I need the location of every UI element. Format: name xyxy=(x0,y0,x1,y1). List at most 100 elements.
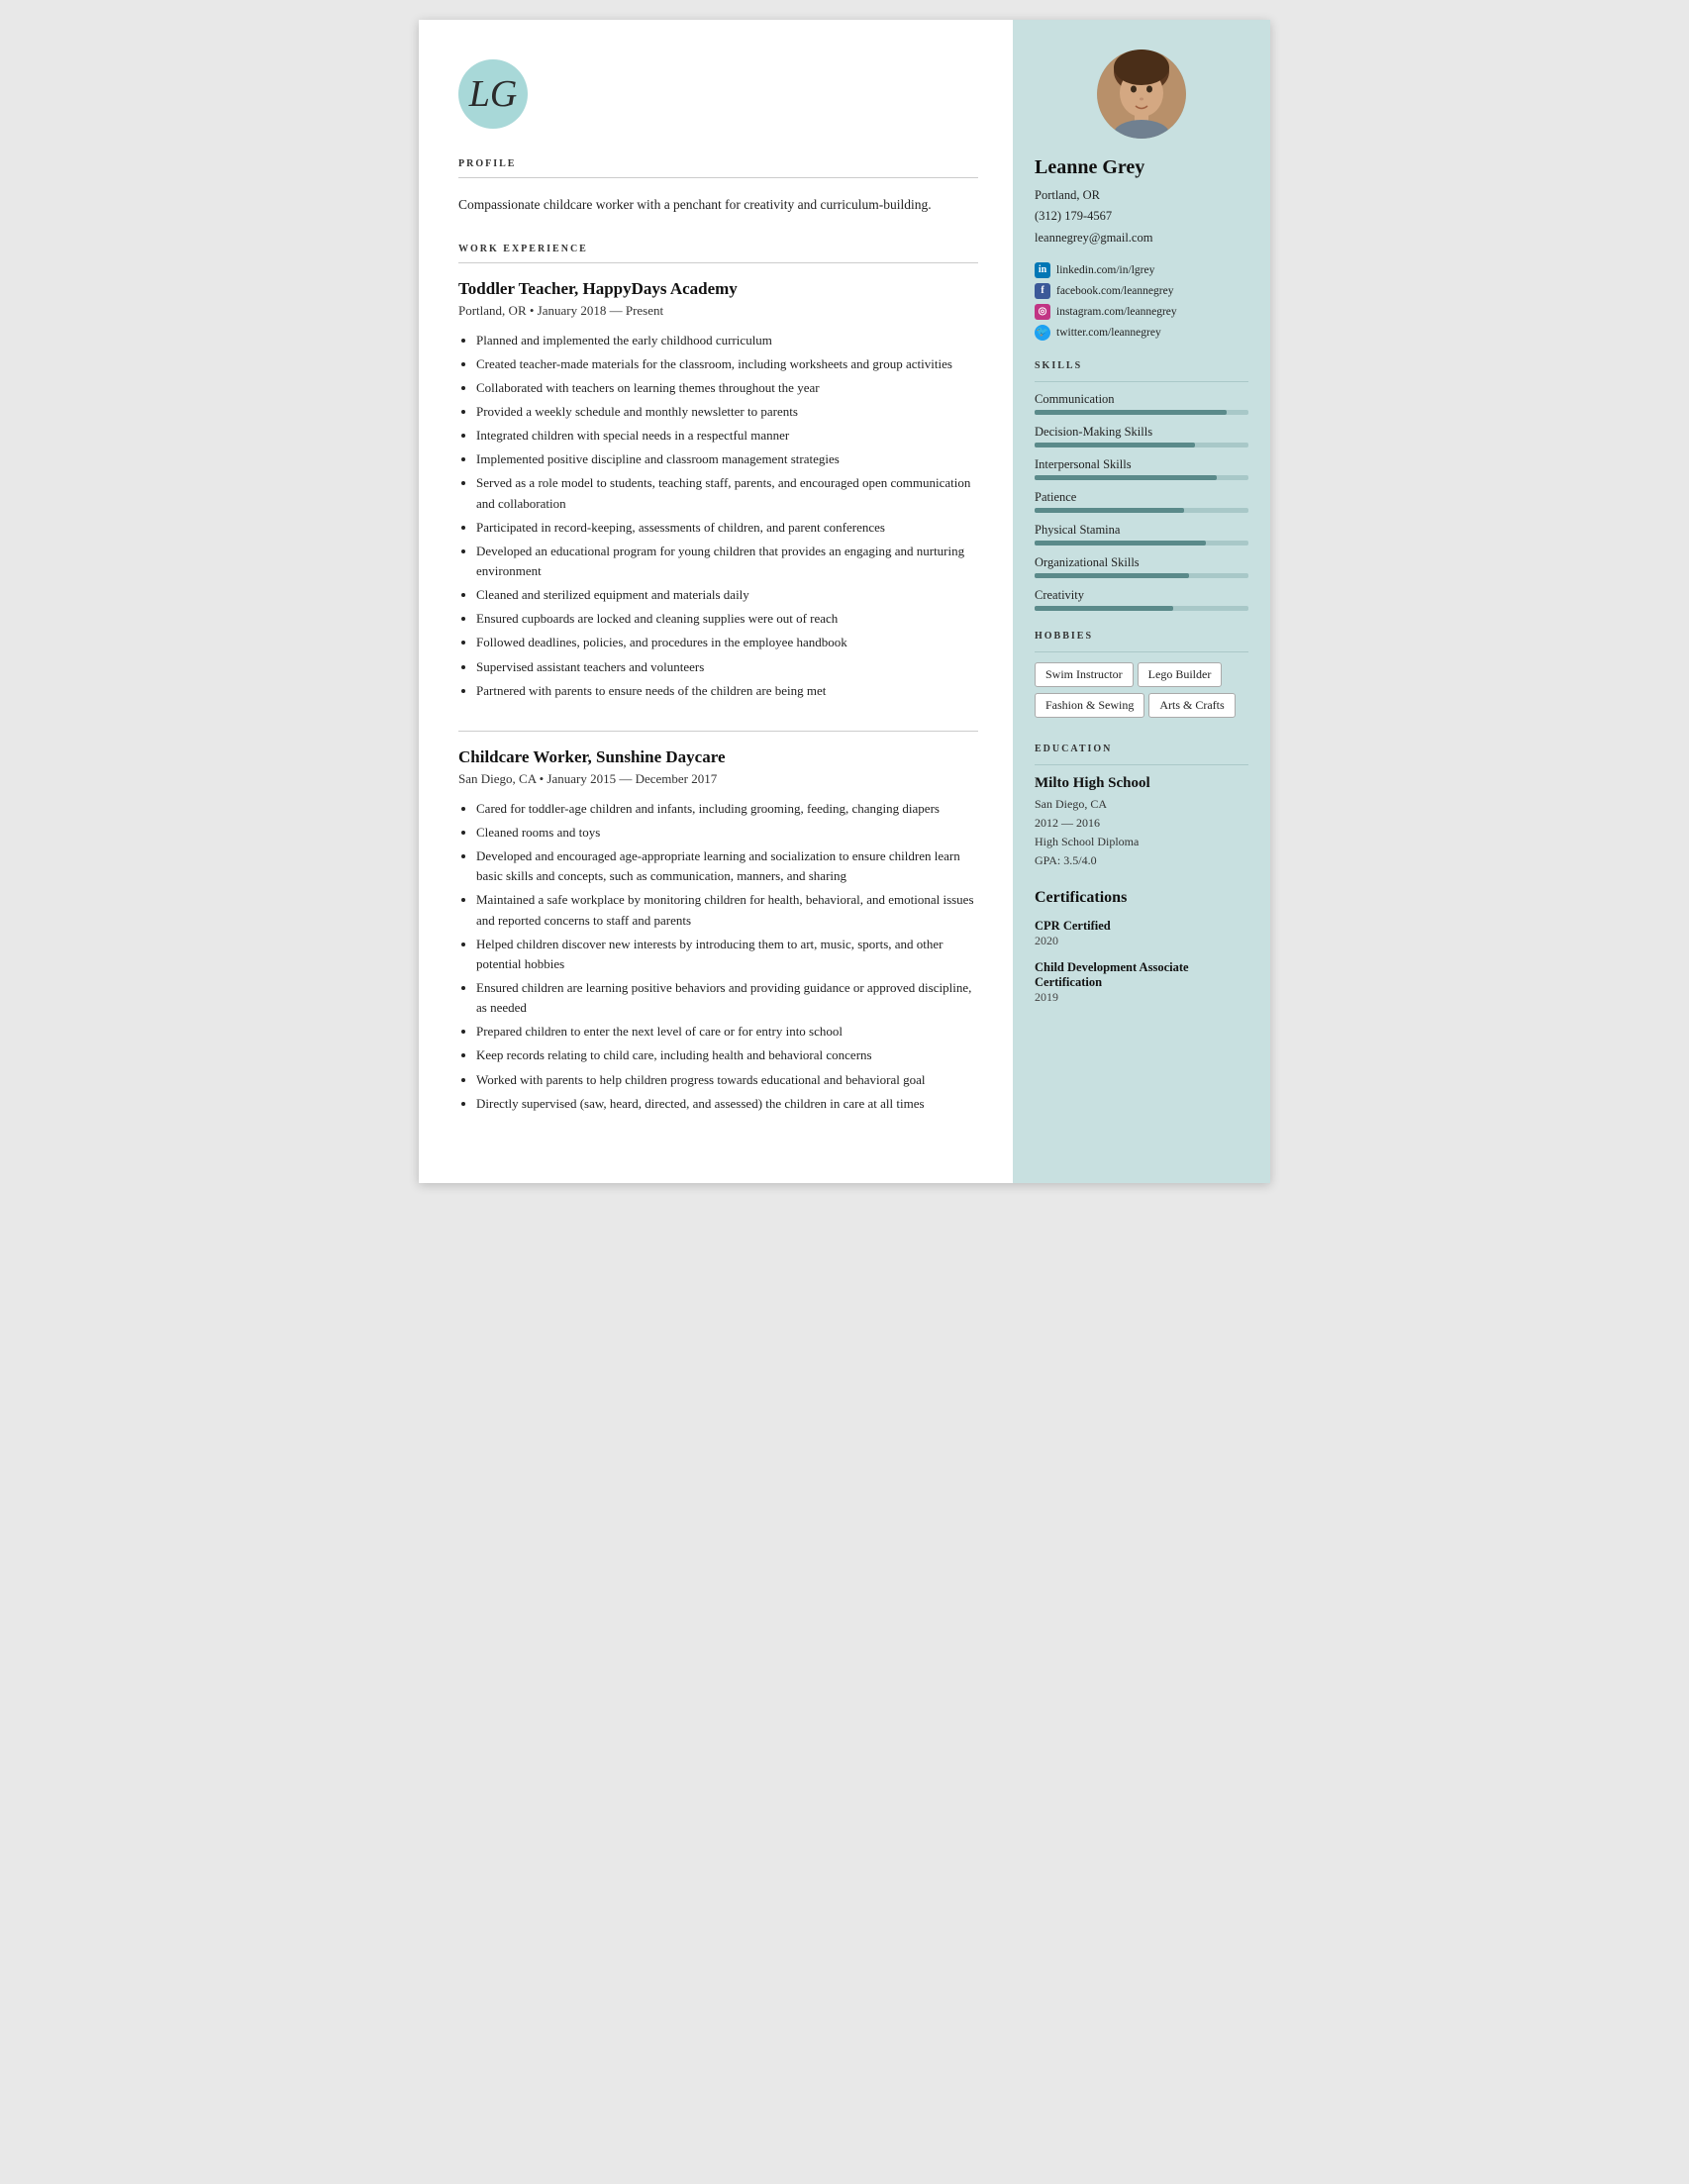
skill-bar-fill xyxy=(1035,606,1173,611)
skill-bar-fill xyxy=(1035,410,1227,415)
education-divider xyxy=(1035,764,1248,765)
skill-item: Patience xyxy=(1035,490,1248,513)
logo-circle: LG xyxy=(458,59,528,129)
social-twitter: 🐦 twitter.com/leannegrey xyxy=(1035,325,1248,341)
education-label: EDUCATION xyxy=(1035,744,1248,754)
work-label: WORK EXPERIENCE xyxy=(458,244,978,254)
hobby-tag: Lego Builder xyxy=(1138,662,1223,687)
right-column: Leanne Grey Portland, OR (312) 179-4567 … xyxy=(1013,20,1270,1183)
list-item: Participated in record-keeping, assessme… xyxy=(476,518,978,538)
edu-meta: San Diego, CA2012 — 2016High School Dipl… xyxy=(1035,795,1248,871)
facebook-label: facebook.com/leannegrey xyxy=(1056,285,1173,297)
skill-bar-fill xyxy=(1035,541,1206,546)
linkedin-label: linkedin.com/in/lgrey xyxy=(1056,264,1154,276)
certifications-heading: Certifications xyxy=(1035,889,1248,907)
job-block-1: Toddler Teacher, HappyDays Academy Portl… xyxy=(458,279,978,701)
certifications-list: CPR Certified2020Child Development Assoc… xyxy=(1035,919,1248,1005)
list-item: Ensured children are learning positive b… xyxy=(476,978,978,1018)
list-item: Integrated children with special needs i… xyxy=(476,426,978,446)
avatar-container xyxy=(1035,50,1248,139)
skill-name: Physical Stamina xyxy=(1035,523,1248,538)
hobby-tag: Arts & Crafts xyxy=(1148,693,1235,718)
skill-bar-fill xyxy=(1035,443,1195,447)
instagram-label: instagram.com/leannegrey xyxy=(1056,306,1177,318)
social-facebook: f facebook.com/leannegrey xyxy=(1035,283,1248,299)
logo-initials: LG xyxy=(469,75,518,113)
twitter-icon: 🐦 xyxy=(1035,325,1050,341)
job-meta-1: Portland, OR • January 2018 — Present xyxy=(458,303,978,319)
facebook-icon: f xyxy=(1035,283,1050,299)
list-item: Served as a role model to students, teac… xyxy=(476,473,978,513)
education-block: Milto High School San Diego, CA2012 — 201… xyxy=(1035,775,1248,871)
skill-name: Organizational Skills xyxy=(1035,555,1248,570)
education-item: Milto High School San Diego, CA2012 — 201… xyxy=(1035,775,1248,871)
profile-divider xyxy=(458,177,978,178)
skills-label: SKILLS xyxy=(1035,360,1248,371)
list-item: Partnered with parents to ensure needs o… xyxy=(476,681,978,701)
list-item: Keep records relating to child care, inc… xyxy=(476,1045,978,1065)
skill-name: Interpersonal Skills xyxy=(1035,457,1248,472)
list-item: Planned and implemented the early childh… xyxy=(476,331,978,350)
skill-bar-bg xyxy=(1035,410,1248,415)
job-divider xyxy=(458,731,978,732)
edu-school: Milto High School xyxy=(1035,775,1248,792)
profile-label: PROFILE xyxy=(458,158,978,169)
skill-name: Creativity xyxy=(1035,588,1248,603)
skill-name: Communication xyxy=(1035,392,1248,407)
list-item: Worked with parents to help children pro… xyxy=(476,1070,978,1090)
social-linkedin: in linkedin.com/in/lgrey xyxy=(1035,262,1248,278)
cert-title: CPR Certified xyxy=(1035,919,1248,934)
skill-item: Decision-Making Skills xyxy=(1035,425,1248,447)
list-item: Prepared children to enter the next leve… xyxy=(476,1022,978,1042)
job-bullets-1: Planned and implemented the early childh… xyxy=(458,331,978,701)
profile-section: PROFILE Compassionate childcare worker w… xyxy=(458,158,978,216)
list-item: Developed and encouraged age-appropriate… xyxy=(476,846,978,886)
list-item: Ensured cupboards are locked and cleanin… xyxy=(476,609,978,629)
skill-name: Patience xyxy=(1035,490,1248,505)
job-meta-2: San Diego, CA • January 2015 — December … xyxy=(458,771,978,787)
skills-list: Communication Decision-Making Skills Inter… xyxy=(1035,392,1248,611)
hobbies-list: Swim InstructorLego BuilderFashion & Sew… xyxy=(1035,662,1248,724)
list-item: Provided a weekly schedule and monthly n… xyxy=(476,402,978,422)
avatar xyxy=(1097,50,1186,139)
skill-bar-fill xyxy=(1035,573,1189,578)
profile-text: Compassionate childcare worker with a pe… xyxy=(458,194,978,216)
cert-title: Child Development Associate Certificatio… xyxy=(1035,960,1248,990)
job-title-2: Childcare Worker, Sunshine Daycare xyxy=(458,747,978,767)
logo-area: LG xyxy=(458,59,978,129)
social-instagram: ◎ instagram.com/leannegrey xyxy=(1035,304,1248,320)
list-item: Maintained a safe workplace by monitorin… xyxy=(476,890,978,930)
hobby-tag: Fashion & Sewing xyxy=(1035,693,1144,718)
avatar-image xyxy=(1097,50,1186,139)
job-block-2: Childcare Worker, Sunshine Daycare San D… xyxy=(458,747,978,1114)
list-item: Followed deadlines, policies, and proced… xyxy=(476,633,978,652)
contact-phone: (312) 179-4567 xyxy=(1035,206,1248,227)
skill-item: Communication xyxy=(1035,392,1248,415)
skill-bar-fill xyxy=(1035,508,1184,513)
list-item: Helped children discover new interests b… xyxy=(476,935,978,974)
list-item: Cared for toddler-age children and infan… xyxy=(476,799,978,819)
instagram-icon: ◎ xyxy=(1035,304,1050,320)
hobbies-divider xyxy=(1035,651,1248,652)
list-item: Cleaned rooms and toys xyxy=(476,823,978,843)
list-item: Directly supervised (saw, heard, directe… xyxy=(476,1094,978,1114)
list-item: Cleaned and sterilized equipment and mat… xyxy=(476,585,978,605)
hobbies-label: HOBBIES xyxy=(1035,631,1248,642)
left-column: LG PROFILE Compassionate childcare worke… xyxy=(419,20,1013,1183)
skill-item: Physical Stamina xyxy=(1035,523,1248,546)
skill-item: Organizational Skills xyxy=(1035,555,1248,578)
list-item: Supervised assistant teachers and volunt… xyxy=(476,657,978,677)
skills-divider xyxy=(1035,381,1248,382)
skill-item: Creativity xyxy=(1035,588,1248,611)
skill-bar-bg xyxy=(1035,475,1248,480)
contact-info: Portland, OR (312) 179-4567 leannegrey@g… xyxy=(1035,185,1248,248)
contact-email: leannegrey@gmail.com xyxy=(1035,228,1248,248)
person-name: Leanne Grey xyxy=(1035,156,1248,179)
job-bullets-2: Cared for toddler-age children and infan… xyxy=(458,799,978,1114)
work-divider xyxy=(458,262,978,263)
skill-bar-bg xyxy=(1035,606,1248,611)
linkedin-icon: in xyxy=(1035,262,1050,278)
twitter-label: twitter.com/leannegrey xyxy=(1056,327,1161,339)
skill-name: Decision-Making Skills xyxy=(1035,425,1248,440)
skill-bar-bg xyxy=(1035,541,1248,546)
